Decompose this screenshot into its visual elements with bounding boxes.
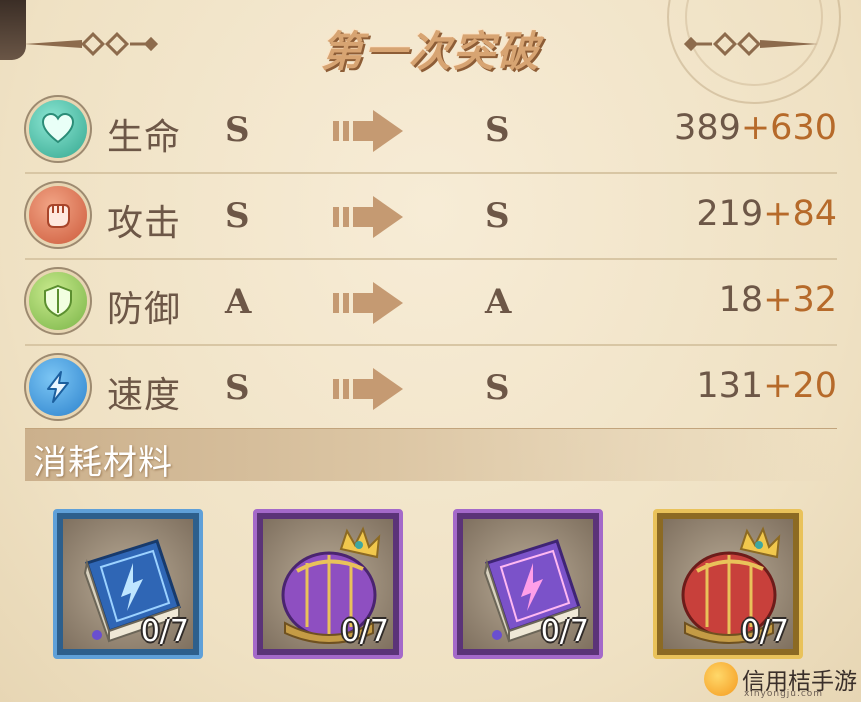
material-slot-purple-book[interactable]: 0/7 bbox=[453, 509, 603, 659]
stat-name: 防御 bbox=[107, 289, 182, 330]
stat-name: 生命 bbox=[107, 117, 182, 158]
watermark-url: xinyongju.com bbox=[744, 689, 824, 699]
grade-after: S bbox=[485, 196, 510, 236]
grade-after: S bbox=[485, 110, 510, 150]
stat-row-attack: 攻击 S S 219+84 bbox=[25, 174, 837, 260]
shield-icon bbox=[29, 272, 87, 330]
arrow-right-icon bbox=[333, 196, 403, 238]
arrow-right-icon bbox=[333, 110, 403, 152]
arrow-right-icon bbox=[333, 368, 403, 410]
base-value: 219 bbox=[696, 194, 764, 234]
bonus-value: +84 bbox=[763, 194, 837, 234]
grade-before: S bbox=[225, 196, 250, 236]
grade-before: S bbox=[225, 368, 250, 408]
base-value: 131 bbox=[696, 366, 764, 406]
bonus-value: +32 bbox=[763, 280, 837, 320]
lightning-icon bbox=[29, 358, 87, 416]
grade-after: A bbox=[485, 282, 512, 322]
materials-title: 消耗材料 bbox=[33, 443, 173, 483]
material-count: 0/7 bbox=[140, 614, 189, 649]
material-slot-gold-crown[interactable]: 0/7 bbox=[653, 509, 803, 659]
grade-before: A bbox=[225, 282, 252, 322]
right-ornament-icon bbox=[683, 32, 818, 56]
base-value: 18 bbox=[718, 280, 764, 320]
stat-list: 生命 S S 389+630 攻击 S S 219+84 防御 A A 18+3… bbox=[25, 88, 837, 432]
base-value: 389 bbox=[674, 108, 741, 148]
stat-row-speed: 速度 S S 131+20 bbox=[25, 346, 837, 432]
site-watermark: 信用桔手游 xinyongju.com bbox=[700, 660, 860, 702]
arrow-right-icon bbox=[333, 282, 403, 324]
material-list: 0/7 0/7 0/7 0/7 bbox=[53, 509, 813, 669]
orange-logo-icon bbox=[704, 662, 738, 696]
heart-icon bbox=[29, 100, 87, 158]
material-slot-blue-book[interactable]: 0/7 bbox=[53, 509, 203, 659]
stat-row-defense: 防御 A A 18+32 bbox=[25, 260, 837, 346]
stat-row-hp: 生命 S S 389+630 bbox=[25, 88, 837, 174]
grade-before: S bbox=[225, 110, 250, 150]
material-count: 0/7 bbox=[740, 614, 789, 649]
grade-after: S bbox=[485, 368, 510, 408]
stat-value: 131+20 bbox=[696, 366, 837, 406]
stat-value: 18+32 bbox=[719, 280, 837, 320]
material-count: 0/7 bbox=[540, 614, 589, 649]
fist-icon bbox=[29, 186, 87, 244]
stat-value: 219+84 bbox=[696, 194, 837, 234]
stat-value: 389+630 bbox=[674, 108, 837, 148]
material-count: 0/7 bbox=[340, 614, 389, 649]
materials-header: 消耗材料 bbox=[25, 428, 837, 483]
stat-name: 速度 bbox=[107, 375, 182, 416]
bonus-value: +630 bbox=[740, 108, 837, 148]
title-banner: 第一次突破 bbox=[0, 10, 861, 76]
bonus-value: +20 bbox=[763, 366, 837, 406]
stat-name: 攻击 bbox=[107, 203, 182, 244]
material-slot-purple-crown[interactable]: 0/7 bbox=[253, 509, 403, 659]
